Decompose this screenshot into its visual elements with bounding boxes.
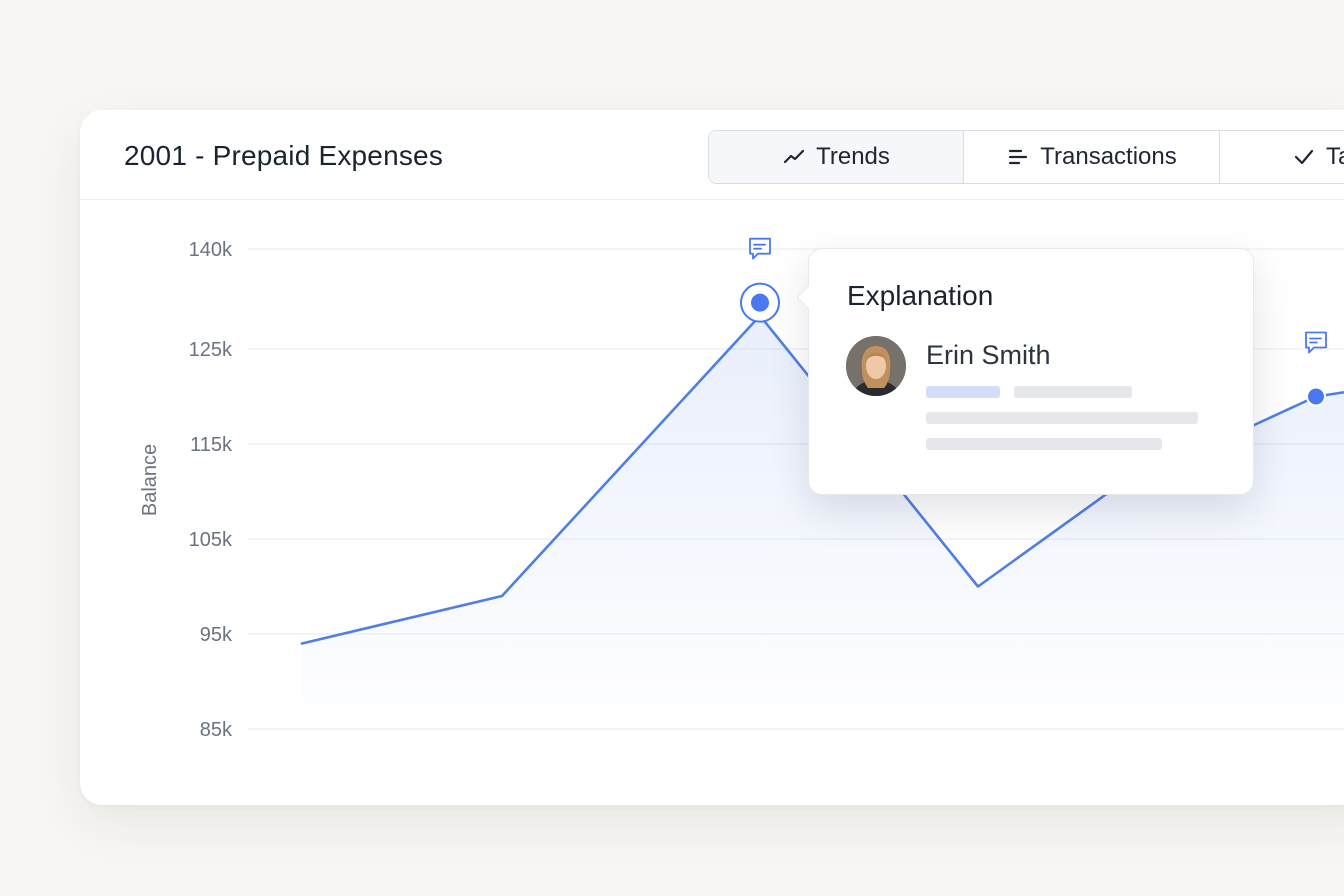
y-tick-label: 85k (200, 719, 233, 741)
y-tick-label: 105k (189, 529, 233, 551)
y-axis-label: Balance (139, 444, 161, 516)
placeholder-line (926, 412, 1198, 424)
y-tick-label: 140k (189, 239, 233, 261)
y-tick-label: 115k (190, 434, 233, 456)
data-point[interactable] (1306, 386, 1326, 407)
explanation-popover: Explanation Erin Smith (796, 248, 1254, 495)
selected-data-point[interactable] (751, 293, 769, 312)
placeholder-meta (1014, 386, 1132, 398)
placeholder-line (926, 438, 1162, 450)
y-tick-label: 95k (200, 624, 233, 646)
avatar (846, 336, 906, 396)
author-name: Erin Smith (926, 340, 1051, 370)
popover-title: Explanation (847, 280, 994, 311)
comment-icon[interactable] (749, 237, 771, 260)
y-tick-label: 125k (189, 339, 233, 361)
placeholder-tag (926, 386, 1000, 398)
